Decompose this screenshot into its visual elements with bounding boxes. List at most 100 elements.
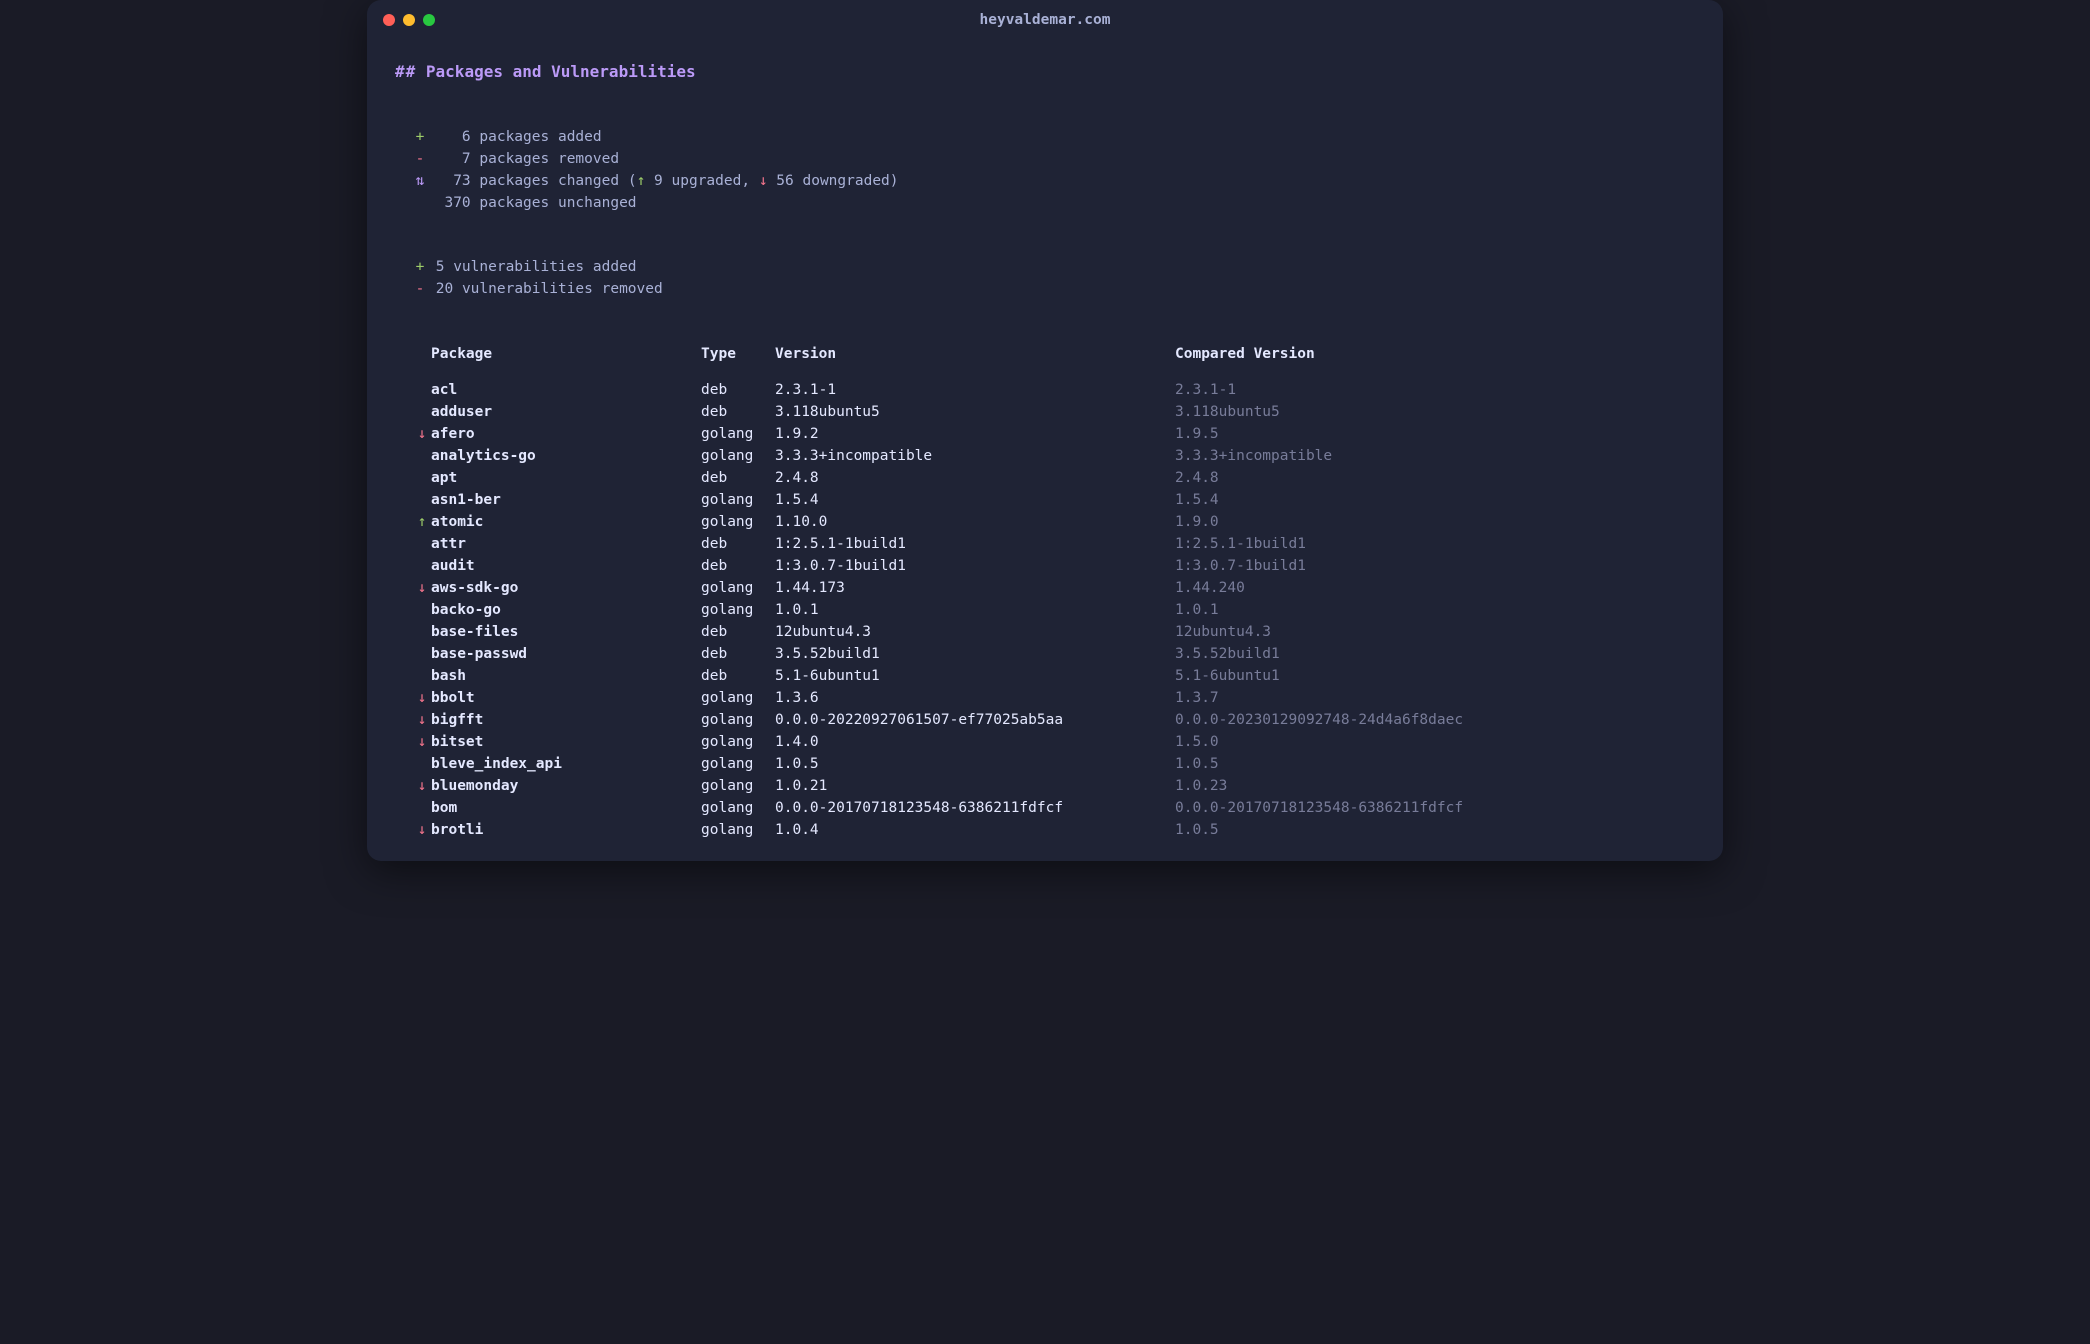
heading-hash: ## [395,62,416,81]
col-version: Version [775,343,1175,365]
table-row: bashdeb5.1-6ubuntu15.1-6ubuntu1 [413,665,1695,687]
compared-version: 1:3.0.7-1build1 [1175,555,1695,577]
section-heading: ## Packages and Vulnerabilities [395,60,1695,84]
package-name: bitset [431,731,701,753]
package-type: deb [701,555,775,577]
package-type: golang [701,731,775,753]
vulnerabilities-summary: + 5 vulnerabilities added - 20 vulnerabi… [413,256,1695,300]
terminal-content: ## Packages and Vulnerabilities + 6 pack… [367,40,1723,861]
table-row: aptdeb2.4.82.4.8 [413,467,1695,489]
table-row: adduserdeb3.118ubuntu53.118ubuntu5 [413,401,1695,423]
table-row: backo-gogolang1.0.11.0.1 [413,599,1695,621]
package-name: analytics-go [431,445,701,467]
plus-icon: + [413,256,427,278]
compared-version: 12ubuntu4.3 [1175,621,1695,643]
table-row: ↓bitsetgolang1.4.01.5.0 [413,731,1695,753]
package-name: bluemonday [431,775,701,797]
window-title: heyvaldemar.com [367,9,1723,31]
compared-version: 1.0.5 [1175,753,1695,775]
package-type: deb [701,665,775,687]
zoom-icon[interactable] [423,14,435,26]
package-name: adduser [431,401,701,423]
compared-version: 1.9.5 [1175,423,1695,445]
compared-version: 1.0.5 [1175,819,1695,841]
package-version: 3.3.3+incompatible [775,445,1175,467]
table-row: attrdeb1:2.5.1-1build11:2.5.1-1build1 [413,533,1695,555]
package-type: golang [701,577,775,599]
down-arrow-icon: ↓ [413,819,431,841]
package-version: 1:3.0.7-1build1 [775,555,1175,577]
compared-version: 0.0.0-20170718123548-6386211fdfcf [1175,797,1695,819]
package-type: golang [701,797,775,819]
package-name: attr [431,533,701,555]
table-row: ↓aferogolang1.9.21.9.5 [413,423,1695,445]
package-type: golang [701,687,775,709]
package-name: bigfft [431,709,701,731]
compared-version: 1.0.1 [1175,599,1695,621]
package-version: 1.9.2 [775,423,1175,445]
minimize-icon[interactable] [403,14,415,26]
package-name: atomic [431,511,701,533]
package-name: apt [431,467,701,489]
compared-version: 3.5.52build1 [1175,643,1695,665]
package-version: 2.3.1-1 [775,379,1175,401]
package-version: 1:2.5.1-1build1 [775,533,1175,555]
table-row: bleve_index_apigolang1.0.51.0.5 [413,753,1695,775]
package-version: 12ubuntu4.3 [775,621,1175,643]
compared-version: 1.3.7 [1175,687,1695,709]
table-row: ↓bluemondaygolang1.0.211.0.23 [413,775,1695,797]
package-version: 2.4.8 [775,467,1175,489]
table-row: analytics-gogolang3.3.3+incompatible3.3.… [413,445,1695,467]
package-version: 1.0.1 [775,599,1175,621]
package-version: 3.5.52build1 [775,643,1175,665]
package-type: deb [701,643,775,665]
col-compared: Compared Version [1175,343,1695,365]
col-type: Type [701,343,775,365]
package-version: 1.44.173 [775,577,1175,599]
package-type: golang [701,753,775,775]
package-version: 1.10.0 [775,511,1175,533]
package-type: deb [701,533,775,555]
packages-summary: + 6 packages added - 7 packages removed … [413,126,1695,214]
package-type: golang [701,511,775,533]
package-name: audit [431,555,701,577]
package-version: 5.1-6ubuntu1 [775,665,1175,687]
compared-version: 3.3.3+incompatible [1175,445,1695,467]
compared-version: 3.118ubuntu5 [1175,401,1695,423]
package-version: 1.5.4 [775,489,1175,511]
package-name: brotli [431,819,701,841]
compared-version: 5.1-6ubuntu1 [1175,665,1695,687]
package-type: deb [701,621,775,643]
down-arrow-icon: ↓ [759,173,768,189]
table-header: Package Type Version Compared Version [413,343,1695,365]
heading-text: Packages and Vulnerabilities [426,62,696,81]
table-row: base-filesdeb12ubuntu4.312ubuntu4.3 [413,621,1695,643]
minus-icon: - [413,148,427,170]
table-row: base-passwddeb3.5.52build13.5.52build1 [413,643,1695,665]
down-arrow-icon: ↓ [413,731,431,753]
up-arrow-icon: ↑ [637,173,646,189]
summary-unchanged: 370 packages unchanged [413,192,1695,214]
down-arrow-icon: ↓ [413,709,431,731]
compared-version: 1.0.23 [1175,775,1695,797]
minus-icon: - [413,278,427,300]
package-type: golang [701,775,775,797]
summary-added: + 6 packages added [413,126,1695,148]
traffic-lights [367,14,435,26]
compared-version: 1.5.4 [1175,489,1695,511]
table-row: asn1-bergolang1.5.41.5.4 [413,489,1695,511]
plus-icon: + [413,126,427,148]
package-version: 1.0.5 [775,753,1175,775]
package-version: 0.0.0-20170718123548-6386211fdfcf [775,797,1175,819]
close-icon[interactable] [383,14,395,26]
package-name: base-files [431,621,701,643]
compared-version: 1.9.0 [1175,511,1695,533]
vuln-added: + 5 vulnerabilities added [413,256,1695,278]
table-row: bomgolang0.0.0-20170718123548-6386211fdf… [413,797,1695,819]
package-type: golang [701,819,775,841]
compared-version: 2.3.1-1 [1175,379,1695,401]
compared-version: 2.4.8 [1175,467,1695,489]
package-type: golang [701,709,775,731]
table-row: auditdeb1:3.0.7-1build11:3.0.7-1build1 [413,555,1695,577]
down-arrow-icon: ↓ [413,775,431,797]
